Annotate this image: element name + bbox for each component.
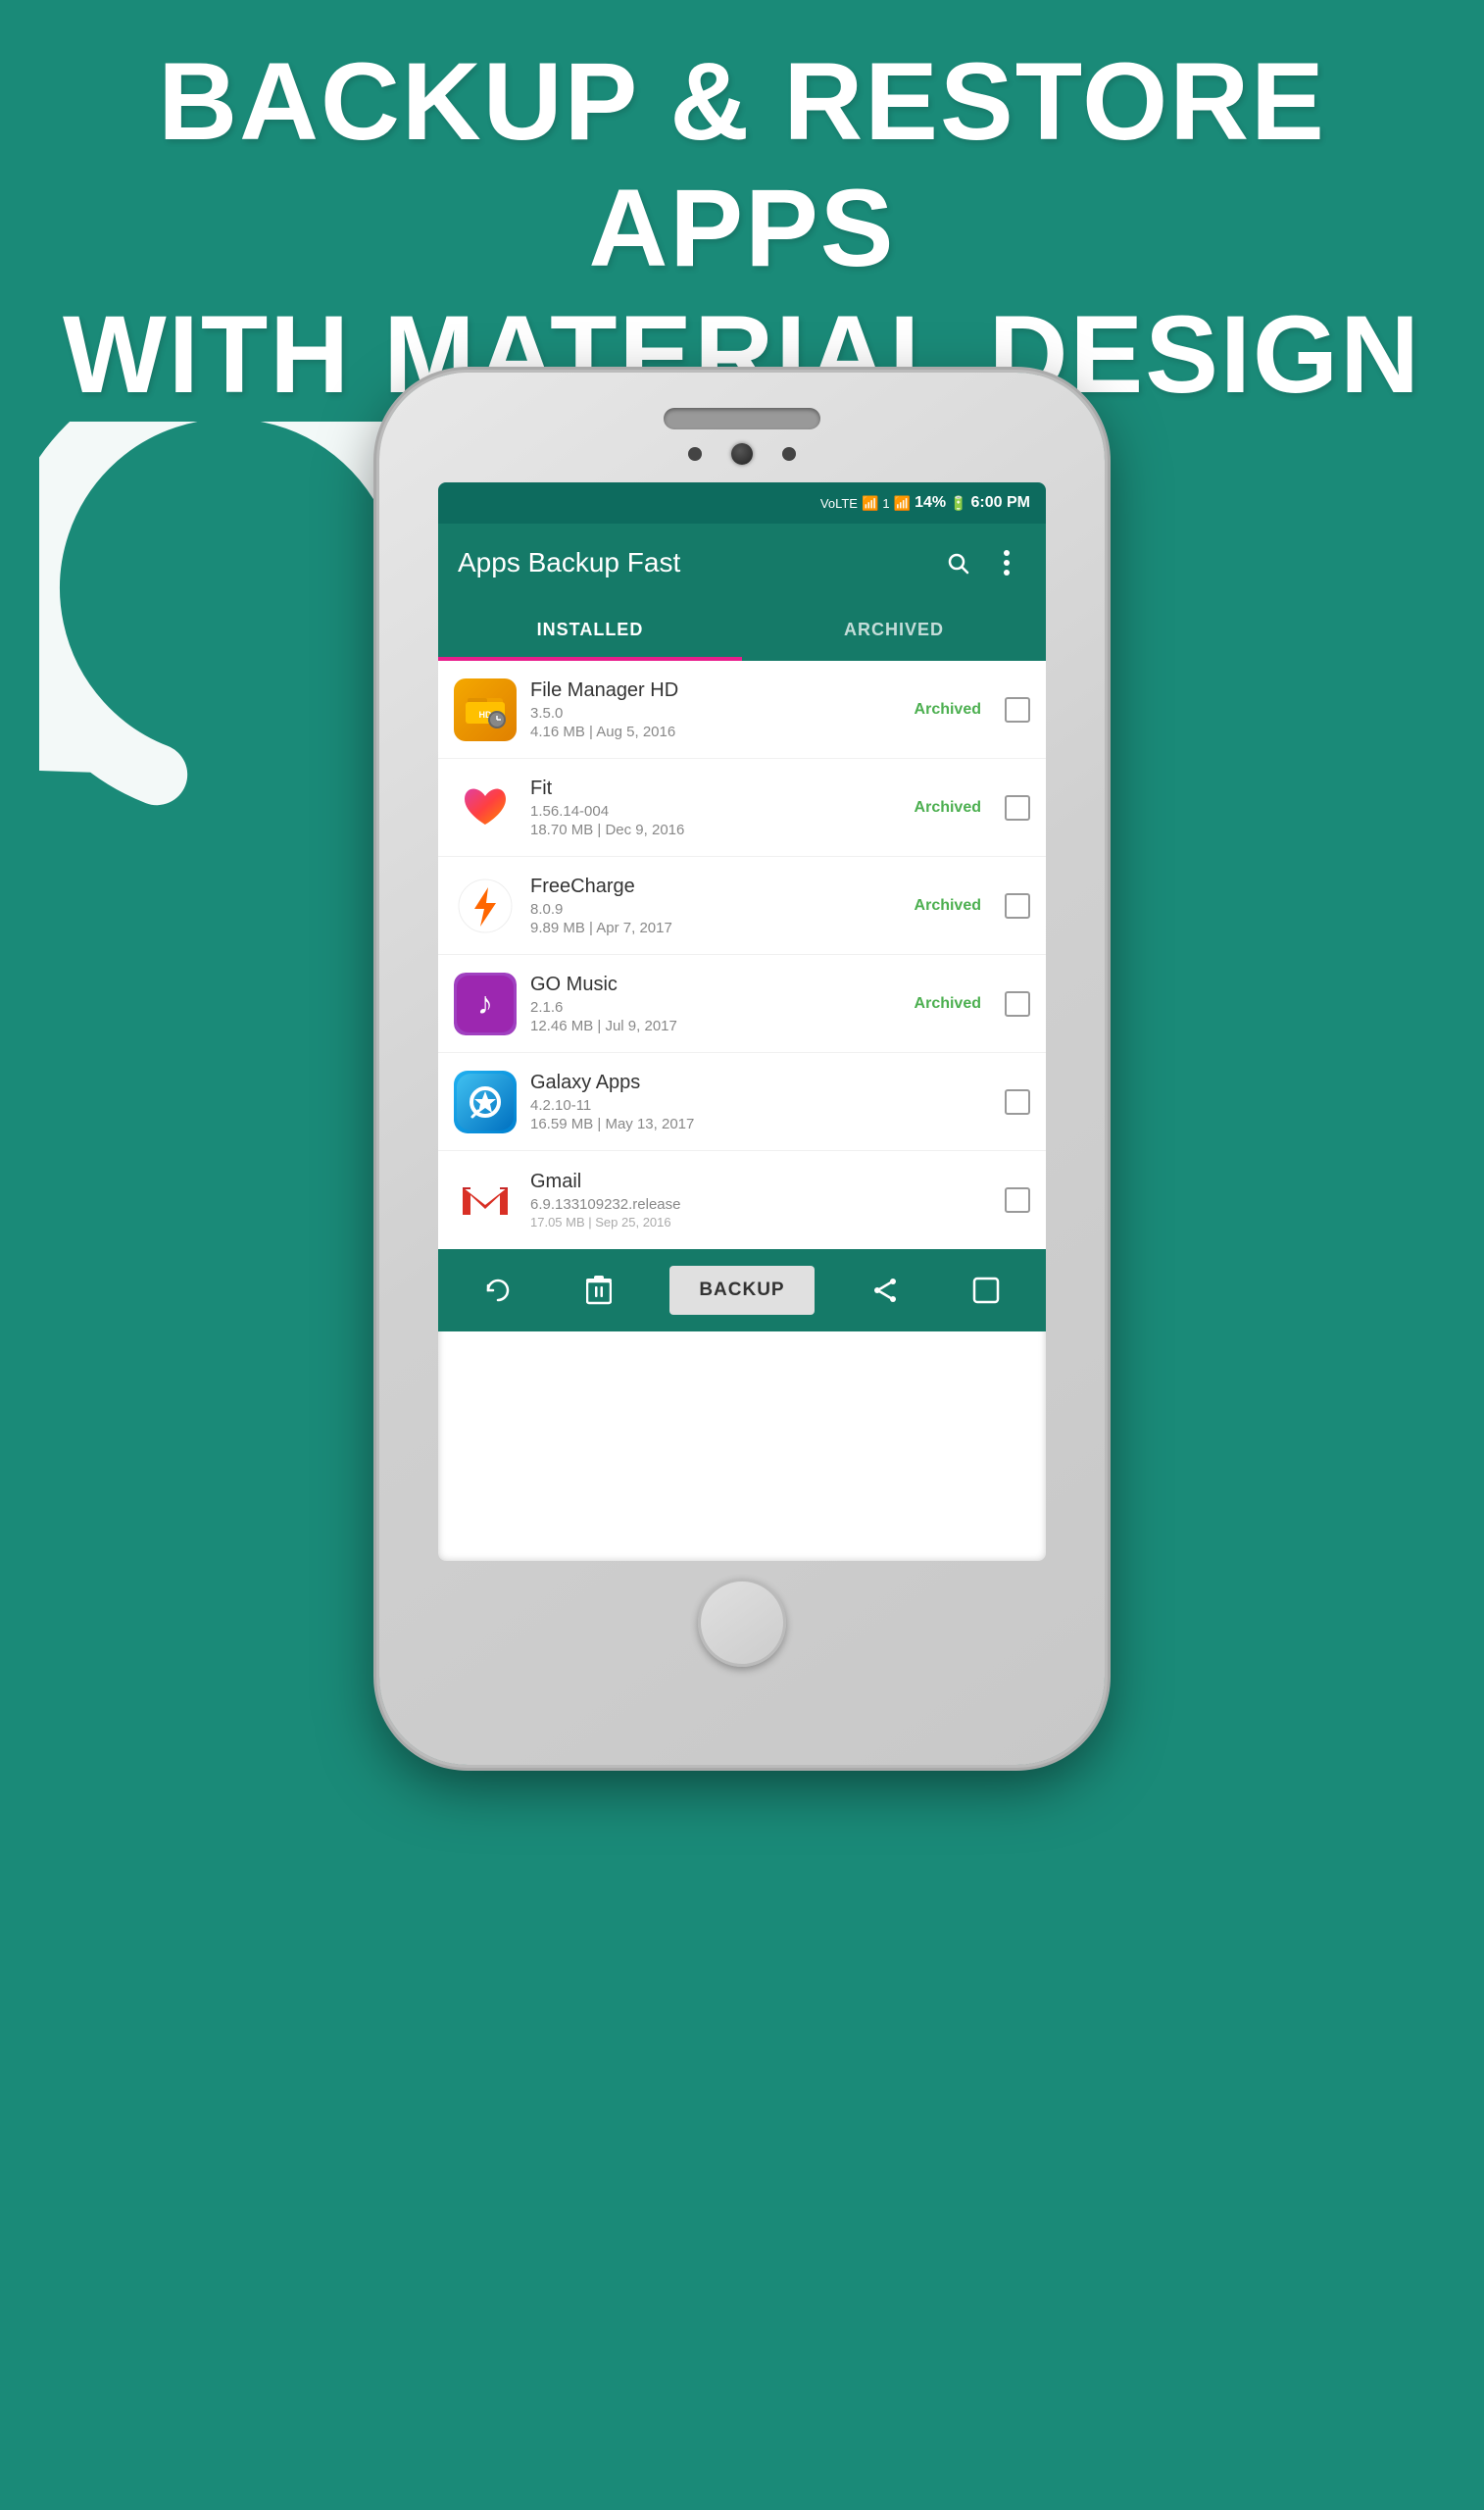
delete-button[interactable] — [569, 1261, 628, 1320]
app-icon-freecharge — [454, 875, 517, 937]
battery-icon: 🔋 — [950, 495, 966, 512]
sensor-dot2 — [782, 447, 796, 461]
phone-speaker — [664, 408, 820, 429]
status-icons: VoLTE 📶 1 📶 14% 🔋 6:00 PM — [820, 494, 1030, 512]
app-checkbox[interactable] — [1005, 893, 1030, 919]
app-info: FreeCharge 8.0.9 9.89 MB | Apr 7, 2017 — [530, 876, 901, 936]
list-item[interactable]: ♪ GO Music 2.1.6 12.46 MB | Jul 9, 2017 … — [438, 955, 1046, 1053]
archived-badge: Archived — [915, 897, 981, 915]
battery-percent: 14% — [915, 494, 946, 512]
app-size: 9.89 MB | Apr 7, 2017 — [530, 920, 901, 936]
app-version: 4.2.10-11 — [530, 1097, 991, 1114]
front-camera — [731, 443, 753, 465]
time: 6:00 PM — [971, 494, 1030, 512]
app-name: FreeCharge — [530, 876, 901, 898]
archived-badge: Archived — [915, 799, 981, 817]
archived-badge: Archived — [915, 995, 981, 1013]
app-checkbox[interactable] — [1005, 697, 1030, 723]
app-checkbox[interactable] — [1005, 991, 1030, 1017]
app-checkbox[interactable] — [1005, 1187, 1030, 1213]
tab-archived[interactable]: ARCHIVED — [742, 602, 1046, 658]
wifi-icon: 📶 — [862, 495, 878, 512]
app-icon-fit — [454, 777, 517, 839]
hero-line1: BACKUP & RESTORE APPS — [59, 39, 1425, 292]
app-size: 17.05 MB | Sep 25, 2016 — [530, 1215, 991, 1230]
app-title: Apps Backup Fast — [458, 547, 928, 578]
phone-body: VoLTE 📶 1 📶 14% 🔋 6:00 PM Apps Backup Fa… — [379, 373, 1105, 1765]
svg-text:♪: ♪ — [477, 985, 493, 1021]
app-icon-gmail — [454, 1169, 517, 1231]
app-size: 18.70 MB | Dec 9, 2016 — [530, 822, 901, 838]
phone-home-button[interactable] — [698, 1579, 786, 1667]
list-item[interactable]: Gmail 6.9.133109232.release 17.05 MB | S… — [438, 1151, 1046, 1249]
list-item[interactable]: HD File Manager HD 3.5.0 4.16 M — [438, 661, 1046, 759]
status-bar: VoLTE 📶 1 📶 14% 🔋 6:00 PM — [438, 482, 1046, 524]
app-icon-filemanager: HD — [454, 678, 517, 741]
app-info: Gmail 6.9.133109232.release 17.05 MB | S… — [530, 1171, 991, 1230]
list-item[interactable]: Galaxy Apps 4.2.10-11 16.59 MB | May 13,… — [438, 1053, 1046, 1151]
app-info: GO Music 2.1.6 12.46 MB | Jul 9, 2017 — [530, 974, 901, 1034]
phone-screen: VoLTE 📶 1 📶 14% 🔋 6:00 PM Apps Backup Fa… — [438, 482, 1046, 1561]
tab-installed[interactable]: INSTALLED — [438, 602, 742, 658]
archived-badge: Archived — [915, 701, 981, 719]
tabs: INSTALLED ARCHIVED — [438, 602, 1046, 661]
select-all-button[interactable] — [957, 1261, 1015, 1320]
app-name: File Manager HD — [530, 679, 901, 702]
app-info: File Manager HD 3.5.0 4.16 MB | Aug 5, 2… — [530, 679, 901, 740]
bottom-bar: BACKUP — [438, 1249, 1046, 1331]
app-list: HD File Manager HD 3.5.0 4.16 M — [438, 661, 1046, 1249]
app-icon-gomusic: ♪ — [454, 973, 517, 1035]
app-name: Gmail — [530, 1171, 991, 1193]
search-button[interactable] — [938, 543, 977, 582]
hero-title: BACKUP & RESTORE APPS WITH MATERIAL DESI… — [0, 39, 1484, 418]
app-checkbox[interactable] — [1005, 795, 1030, 821]
app-name: Galaxy Apps — [530, 1072, 991, 1094]
list-item[interactable]: FreeCharge 8.0.9 9.89 MB | Apr 7, 2017 A… — [438, 857, 1046, 955]
sensor-dot — [688, 447, 702, 461]
app-size: 16.59 MB | May 13, 2017 — [530, 1116, 991, 1132]
app-icon-galaxy — [454, 1071, 517, 1133]
refresh-button[interactable] — [469, 1261, 527, 1320]
sim-icon: 1 — [882, 496, 889, 511]
app-bar: Apps Backup Fast — [438, 524, 1046, 602]
app-checkbox[interactable] — [1005, 1089, 1030, 1115]
app-version: 1.56.14-004 — [530, 803, 901, 820]
more-options-button[interactable] — [987, 543, 1026, 582]
app-info: Galaxy Apps 4.2.10-11 16.59 MB | May 13,… — [530, 1072, 991, 1132]
phone-sensors — [688, 443, 796, 465]
share-button[interactable] — [856, 1261, 915, 1320]
app-size: 12.46 MB | Jul 9, 2017 — [530, 1018, 901, 1034]
app-version: 8.0.9 — [530, 901, 901, 918]
backup-button[interactable]: BACKUP — [669, 1266, 814, 1315]
volte-icon: VoLTE — [820, 496, 858, 511]
app-version: 2.1.6 — [530, 999, 901, 1016]
list-item[interactable]: Fit 1.56.14-004 18.70 MB | Dec 9, 2016 A… — [438, 759, 1046, 857]
app-size: 4.16 MB | Aug 5, 2016 — [530, 724, 901, 740]
app-version: 6.9.133109232.release — [530, 1196, 991, 1213]
phone-mockup: VoLTE 📶 1 📶 14% 🔋 6:00 PM Apps Backup Fa… — [379, 373, 1105, 1765]
app-name: GO Music — [530, 974, 901, 996]
signal-icon: 📶 — [894, 495, 911, 512]
app-info: Fit 1.56.14-004 18.70 MB | Dec 9, 2016 — [530, 778, 901, 838]
app-name: Fit — [530, 778, 901, 800]
app-version: 3.5.0 — [530, 705, 901, 722]
